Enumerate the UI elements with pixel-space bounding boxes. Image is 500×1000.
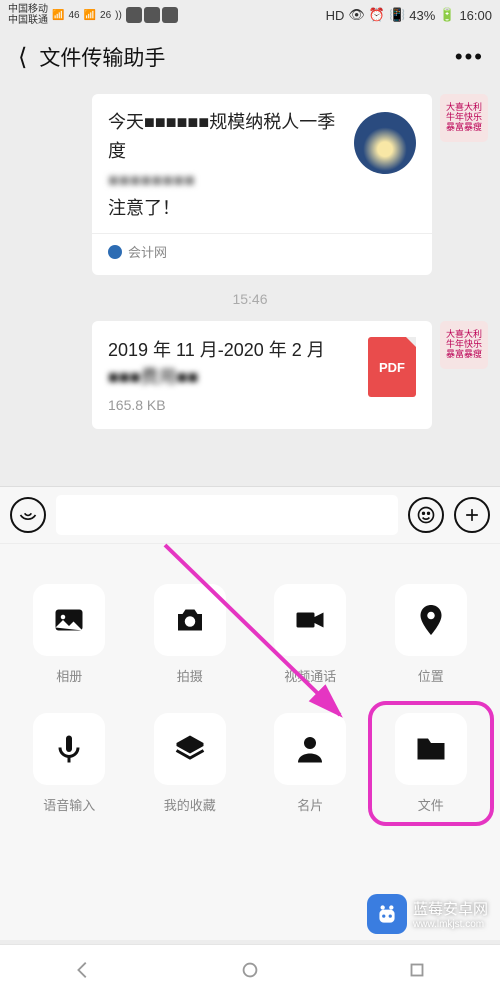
bubble-separator xyxy=(92,233,432,234)
camera-icon xyxy=(154,584,226,656)
attach-favorites[interactable]: 我的收藏 xyxy=(139,713,242,814)
alarm-icon: ⏰ xyxy=(369,7,385,23)
article-bubble[interactable]: 今天■■■■■■规模纳税人一季度 ■■■■■■■■ 注意了！ 会计网 xyxy=(92,94,432,275)
net-label-1: 46 xyxy=(68,10,79,21)
page-title: 文件传输助手 xyxy=(39,42,451,72)
attach-camera[interactable]: 拍摄 xyxy=(139,584,242,685)
gallery-icon xyxy=(33,584,105,656)
notification-icons xyxy=(126,7,178,23)
watermark-icon xyxy=(367,894,407,934)
clock: 16:00 xyxy=(459,8,492,23)
contact-card-icon xyxy=(274,713,346,785)
source-icon xyxy=(108,245,122,259)
nav-back[interactable] xyxy=(72,959,94,986)
attach-voice-input[interactable]: 语音输入 xyxy=(18,713,121,814)
article-line3: 注意了！ xyxy=(108,194,416,223)
more-button[interactable]: ••• xyxy=(451,44,488,70)
nav-recent[interactable] xyxy=(406,959,428,986)
carrier-label: 中国移动 中国联通 xyxy=(8,4,48,26)
system-nav-bar xyxy=(0,944,500,1000)
timestamp: 15:46 xyxy=(12,291,488,307)
message-input[interactable] xyxy=(56,495,398,535)
nav-home[interactable] xyxy=(239,959,261,986)
attachment-panel: 相册 拍摄 视频通话 位置 语音输入 我的收藏 名片 文件 xyxy=(0,544,500,940)
plus-button[interactable] xyxy=(454,497,490,533)
wifi-icon: )) xyxy=(115,10,122,21)
attach-location[interactable]: 位置 xyxy=(380,584,483,685)
file-name-line2: ■■■费用■■ xyxy=(108,364,354,391)
file-name-line1: 2019 年 11 月-2020 年 2 月 xyxy=(108,337,354,364)
article-line2: ■■■■■■■■ xyxy=(108,166,416,195)
attach-contact-card[interactable]: 名片 xyxy=(259,713,362,814)
file-size: 165.8 KB xyxy=(108,397,354,413)
battery-icon: 🔋 xyxy=(439,7,455,23)
voice-toggle-button[interactable] xyxy=(10,497,46,533)
pdf-icon: PDF xyxy=(368,337,416,397)
chat-area: 今天■■■■■■规模纳税人一季度 ■■■■■■■■ 注意了！ 会计网 大喜大利 … xyxy=(0,84,500,455)
message-2: 2019 年 11 月-2020 年 2 月 ■■■费用■■ 165.8 KB … xyxy=(12,321,488,429)
attach-file[interactable]: 文件 xyxy=(368,701,495,826)
vibrate-icon: 📳 xyxy=(389,7,405,23)
signal-icon-1: 📶 xyxy=(52,10,64,21)
net-label-2: 26 xyxy=(100,10,111,21)
battery-percent: 43% xyxy=(409,8,435,23)
eye-care-icon: 👁 xyxy=(348,7,365,23)
file-icon xyxy=(395,713,467,785)
location-icon xyxy=(395,584,467,656)
hd-icon: HD xyxy=(326,8,345,23)
video-call-icon xyxy=(274,584,346,656)
back-button[interactable]: ⟨ xyxy=(12,43,33,72)
voice-input-icon xyxy=(33,713,105,785)
signal-icon-2: 📶 xyxy=(84,10,96,21)
watermark-title: 蓝莓安卓网 xyxy=(413,898,488,919)
app-header: ⟨ 文件传输助手 ••• xyxy=(0,30,500,84)
file-bubble[interactable]: 2019 年 11 月-2020 年 2 月 ■■■费用■■ 165.8 KB … xyxy=(92,321,432,429)
input-bar xyxy=(0,486,500,543)
emoji-button[interactable] xyxy=(408,497,444,533)
favorites-icon xyxy=(154,713,226,785)
message-1: 今天■■■■■■规模纳税人一季度 ■■■■■■■■ 注意了！ 会计网 大喜大利 … xyxy=(12,94,488,275)
attach-video-call[interactable]: 视频通话 xyxy=(259,584,362,685)
watermark-url: www.lmkjst.com xyxy=(413,919,488,930)
attach-gallery[interactable]: 相册 xyxy=(18,584,121,685)
avatar[interactable]: 大喜大利 牛年快乐 暴富暴瘦 xyxy=(440,94,488,142)
status-bar: 中国移动 中国联通 📶 46 📶 26 )) HD 👁 ⏰ 📳 43% 🔋 16… xyxy=(0,0,500,30)
avatar[interactable]: 大喜大利 牛年快乐 暴富暴瘦 xyxy=(440,321,488,369)
article-source: 会计网 xyxy=(108,242,416,261)
watermark: 蓝莓安卓网 www.lmkjst.com xyxy=(367,894,488,934)
